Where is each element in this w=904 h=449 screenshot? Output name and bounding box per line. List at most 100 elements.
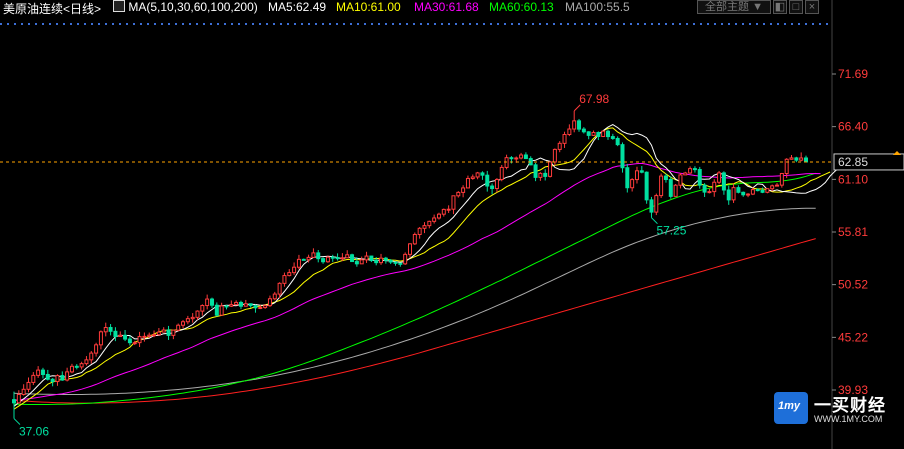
candle-body <box>248 303 253 307</box>
low-annotation: 37.06 <box>19 425 49 439</box>
candle-body <box>287 272 292 277</box>
candle-body <box>171 329 176 336</box>
candle-body <box>234 301 239 306</box>
candle-body <box>644 171 649 201</box>
candle-body <box>504 157 509 168</box>
candle-body <box>296 258 301 268</box>
ma200-line <box>13 238 816 404</box>
kline-chart[interactable]: 71.6966.4061.1055.8150.5245.2239.9362.85… <box>0 0 904 449</box>
candle-body <box>50 378 55 383</box>
candle-body <box>552 148 557 163</box>
candle-body <box>736 187 741 193</box>
candle-body <box>746 193 751 196</box>
maximize-button[interactable]: □ <box>789 0 803 14</box>
candle-body <box>74 365 79 368</box>
candle-body <box>388 259 393 263</box>
candle-body <box>132 342 137 345</box>
candle-body <box>321 258 326 263</box>
candle-body <box>519 154 524 159</box>
candle-body <box>490 185 495 190</box>
candle-body <box>306 256 311 261</box>
candle-body <box>804 157 808 163</box>
chart-root: 71.69 66.40 61.10 55.81 50.52 45.22 39.93 62.85… <box>0 0 904 449</box>
candle-body <box>127 338 132 344</box>
candle-body <box>533 164 538 178</box>
candle-body <box>697 169 702 186</box>
close-button[interactable]: × <box>805 0 819 14</box>
candle-body <box>610 136 615 139</box>
candle-body <box>717 172 722 183</box>
instrument-title: 美原油连续<日线> <box>3 2 102 16</box>
candle-body <box>79 363 84 368</box>
y-tick-label: 71.69 <box>838 67 868 81</box>
candle-body <box>634 170 639 181</box>
candle-body <box>639 170 644 173</box>
ma30-line <box>13 162 821 401</box>
candle-body <box>103 327 108 333</box>
candle-body <box>456 191 461 197</box>
candle-body <box>615 137 620 146</box>
candle-body <box>190 316 195 320</box>
candle-body <box>461 187 466 193</box>
candle-body <box>750 189 755 195</box>
candle-body <box>118 334 123 337</box>
candle-body <box>523 154 528 160</box>
theme-dropdown[interactable]: 全部主题 ▼ <box>697 0 771 14</box>
candle-body <box>69 365 74 373</box>
candle-body <box>21 388 26 395</box>
candle-body <box>219 305 224 316</box>
candle-body <box>688 168 693 174</box>
candle-body <box>224 305 229 308</box>
chevron-down-icon: ▼ <box>749 1 763 13</box>
watermark-brand: 一买财经 <box>814 396 886 415</box>
candle-body <box>731 187 736 201</box>
candle-body <box>379 257 384 264</box>
candle-body <box>692 168 697 171</box>
candle-body <box>789 157 794 160</box>
watermark-logo-text: 1my <box>778 400 801 412</box>
candle-body <box>354 261 359 265</box>
candle-body <box>89 352 94 361</box>
candle-body <box>586 131 591 136</box>
candle-body <box>98 331 103 346</box>
candle-body <box>243 303 248 307</box>
candle-body <box>630 179 635 189</box>
candle-body <box>649 199 654 213</box>
candle-body <box>205 298 210 307</box>
candle-body <box>514 157 519 160</box>
candle-body <box>65 371 70 381</box>
high-annotation: 67.98 <box>579 92 609 106</box>
candle-body <box>596 132 601 137</box>
candle-body <box>707 191 712 194</box>
candle-body <box>538 172 543 178</box>
candle-body <box>543 172 548 177</box>
candle-body <box>784 158 789 174</box>
candle-body <box>258 307 263 310</box>
candle-body <box>712 181 717 193</box>
y-tick-label: 55.81 <box>838 225 868 239</box>
candle-body <box>741 191 746 196</box>
candle-body <box>277 282 282 295</box>
candle-body <box>417 227 422 235</box>
candle-body <box>345 254 350 259</box>
candle-body <box>292 266 297 274</box>
restore-button[interactable]: ◧ <box>773 0 787 14</box>
candle-body <box>26 381 31 390</box>
candle-body <box>567 128 572 135</box>
candle-body <box>581 128 586 133</box>
candle-body <box>446 208 451 211</box>
candle-body <box>330 256 335 259</box>
y-tick-label: 66.40 <box>838 120 868 134</box>
candle-body <box>214 304 219 316</box>
candle-body <box>398 262 403 265</box>
candle-body <box>364 255 369 261</box>
candle-body <box>557 142 562 150</box>
candle-body <box>176 324 181 331</box>
candle-body <box>465 177 470 189</box>
candle-body <box>760 189 765 193</box>
candle-body <box>12 399 16 404</box>
candle-body <box>195 310 200 318</box>
candle-body <box>654 195 659 213</box>
ma-toggle-icon[interactable] <box>113 0 125 12</box>
candle-body <box>45 373 50 380</box>
